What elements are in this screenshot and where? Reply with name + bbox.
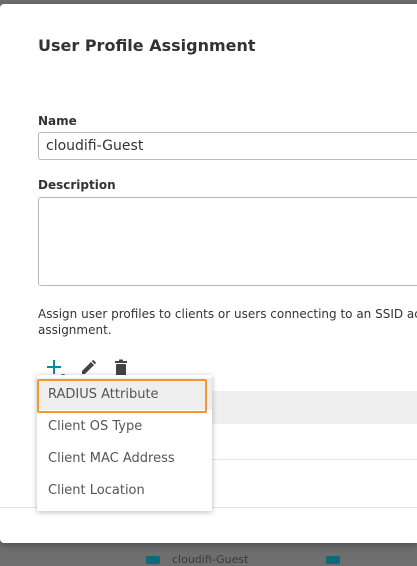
- user-profile-assignment-dialog: User Profile Assignment Name Description…: [0, 4, 417, 543]
- description-textarea[interactable]: [38, 197, 417, 286]
- dialog-title: User Profile Assignment: [38, 36, 256, 55]
- background-checkbox-icon: [146, 556, 160, 564]
- dropdown-item-client-location[interactable]: Client Location: [37, 474, 212, 506]
- background-checkbox-icon: [326, 556, 340, 564]
- add-assignment-dropdown: RADIUS Attribute Client OS Type Client M…: [37, 375, 212, 511]
- dropdown-item-client-mac-address[interactable]: Client MAC Address: [37, 442, 212, 474]
- name-input[interactable]: [38, 132, 417, 160]
- name-label: Name: [38, 114, 77, 128]
- description-label: Description: [38, 178, 116, 192]
- dropdown-item-client-os-type[interactable]: Client OS Type: [37, 410, 212, 442]
- assign-help-text: Assign user profiles to clients or users…: [38, 307, 417, 337]
- dropdown-item-radius-attribute[interactable]: RADIUS Attribute: [37, 378, 212, 410]
